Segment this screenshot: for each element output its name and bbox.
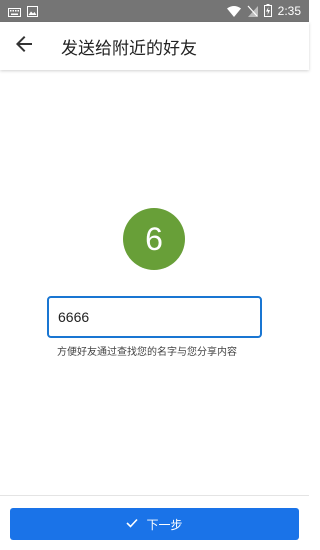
wifi-icon — [226, 2, 241, 21]
app-bar: 发送给附近的好友 — [0, 22, 309, 70]
next-button[interactable]: 下一步 — [10, 508, 299, 540]
battery-charging-icon — [263, 2, 272, 21]
code-badge: 6 — [123, 208, 185, 270]
image-icon — [27, 2, 38, 21]
keyboard-icon — [8, 2, 21, 21]
page-title: 发送给附近的好友 — [61, 38, 197, 59]
check-icon — [126, 517, 139, 531]
status-bar: 2:35 — [0, 0, 309, 22]
divider — [0, 495, 309, 496]
hint-text: 方便好友通过查找您的名字与您分享内容 — [57, 347, 237, 358]
main-content: 6 方便好友通过查找您的名字与您分享内容 — [0, 70, 309, 495]
arrow-back-icon — [16, 36, 32, 56]
status-time: 2:35 — [277, 4, 301, 18]
back-button[interactable] — [0, 22, 48, 70]
status-right-icons: 2:35 — [226, 2, 301, 21]
status-left-icons — [8, 2, 38, 21]
no-sim-icon — [247, 2, 258, 21]
device-name-input[interactable] — [47, 296, 262, 338]
next-button-label: 下一步 — [146, 517, 183, 532]
